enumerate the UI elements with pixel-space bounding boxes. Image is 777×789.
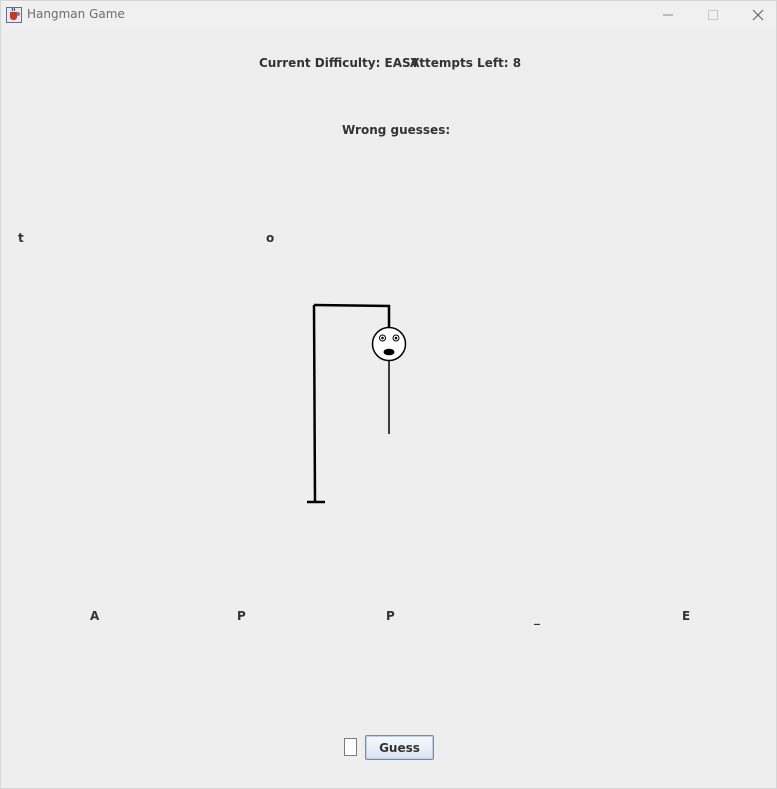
maximize-icon <box>708 10 718 20</box>
wrong-guess-letter: t <box>18 231 24 245</box>
attempts-left-label: Attempts Left: 8 <box>410 56 522 70</box>
hangman-head <box>371 326 407 362</box>
maximize-button[interactable] <box>691 1 735 29</box>
close-icon <box>752 9 764 21</box>
word-letter: _ <box>534 611 540 625</box>
window-title: Hangman Game <box>27 7 125 21</box>
minimize-icon <box>663 14 673 16</box>
close-button[interactable] <box>736 1 777 29</box>
hangman-mouth <box>383 348 395 356</box>
minimize-button[interactable] <box>646 1 690 29</box>
difficulty-label: Current Difficulty: EASY <box>259 56 420 70</box>
hangman-drawing <box>307 303 407 504</box>
hangman-figure <box>371 326 407 434</box>
guess-input[interactable] <box>344 738 357 756</box>
title-bar[interactable]: Hangman Game <box>1 1 776 29</box>
wrong-guesses-label: Wrong guesses: <box>342 123 451 137</box>
java-cup-icon <box>6 7 22 23</box>
hangman-window: Hangman Game Current Difficulty: EASY At… <box>0 0 777 789</box>
word-letter: A <box>90 609 100 623</box>
guess-button[interactable]: Guess <box>365 735 434 760</box>
word-letter: E <box>682 609 691 623</box>
word-letter: P <box>237 609 246 623</box>
word-letter: P <box>386 609 395 623</box>
wrong-guess-letter: o <box>266 231 275 245</box>
